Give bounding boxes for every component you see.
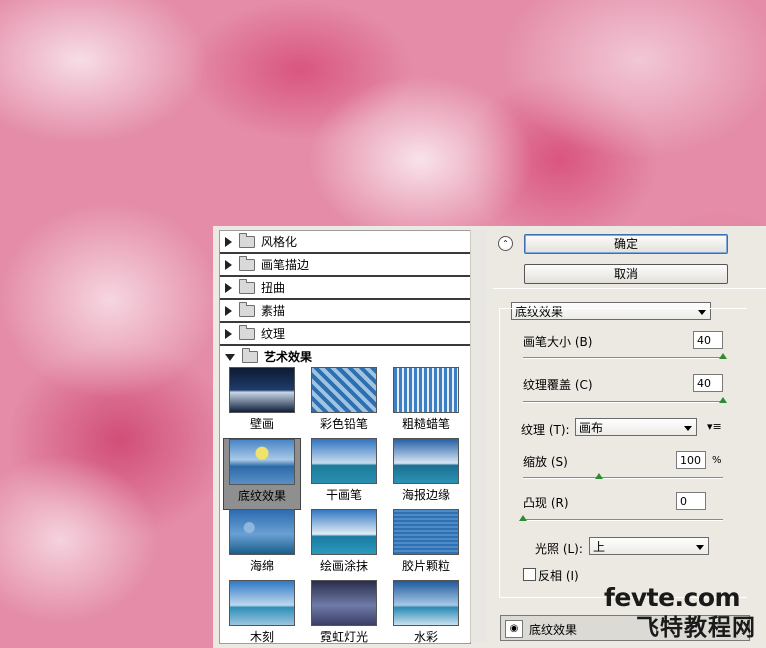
texture-menu-icon[interactable]: ▾≡ — [707, 420, 722, 433]
thumbnail-image — [311, 580, 377, 626]
texture-label: 纹理 (T): — [521, 423, 570, 437]
relief-label: 凸现 (R) — [523, 496, 569, 510]
brush-size-input[interactable]: 40 — [693, 331, 723, 349]
texture-coverage-input[interactable]: 40 — [693, 374, 723, 392]
thumbnail-image — [229, 367, 295, 413]
invert-label: 反相 (I) — [538, 569, 579, 583]
category-stylize[interactable]: 风格化 — [220, 231, 470, 254]
brush-size-slider-thumb[interactable] — [719, 353, 727, 359]
expand-arrow-icon[interactable] — [225, 259, 232, 270]
light-label: 光照 (L): — [535, 542, 583, 556]
category-label: 艺术效果 — [264, 350, 313, 364]
relief-input[interactable]: 0 — [676, 492, 706, 510]
texture-coverage-slider-thumb[interactable] — [719, 397, 727, 403]
divider — [493, 288, 766, 289]
eye-icon[interactable]: ◉ — [505, 620, 523, 638]
folder-icon — [239, 301, 255, 317]
cancel-button[interactable]: 取消 — [524, 264, 728, 284]
filter-list-scrollbar[interactable] — [470, 230, 487, 642]
thumbnail-image — [229, 509, 295, 555]
folder-icon — [239, 324, 255, 340]
expand-arrow-icon[interactable] — [225, 328, 232, 339]
expand-arrow-icon[interactable] — [225, 305, 232, 316]
filter-label: 海绵 — [249, 559, 274, 573]
filter-thumb-watercolor[interactable]: 水彩 — [388, 580, 464, 644]
filter-thumb-sponge[interactable]: 海绵 — [224, 509, 300, 579]
folder-icon — [239, 232, 255, 248]
filter-thumb-cutout[interactable]: 木刻 — [224, 580, 300, 644]
texture-select-value: 画布 — [579, 421, 604, 435]
dropdown-arrow-icon — [684, 426, 692, 431]
filter-label: 粗糙蜡笔 — [401, 417, 450, 431]
relief-slider-thumb[interactable] — [519, 515, 527, 521]
filter-thumb-film-grain[interactable]: 胶片颗粒 — [388, 509, 464, 579]
category-artistic[interactable]: 艺术效果 — [220, 346, 470, 367]
invert-checkbox[interactable] — [523, 568, 536, 581]
filter-label: 彩色铅笔 — [319, 417, 368, 431]
filter-list: 风格化 画笔描边 扭曲 素描 纹理 艺术效果 壁画 彩色铅笔 粗糙蜡笔 底纹效果… — [219, 230, 471, 644]
filter-label: 绘画涂抹 — [319, 559, 368, 573]
watermark-site-name: 飞特教程网 — [636, 615, 756, 641]
thumbnail-image — [311, 509, 377, 555]
collapse-arrow-icon[interactable] — [225, 354, 235, 361]
scaling-slider-thumb[interactable] — [595, 473, 603, 479]
thumbnail-image — [393, 367, 459, 413]
category-label: 扭曲 — [261, 281, 286, 295]
light-select[interactable]: 上 — [589, 537, 709, 555]
scaling-slider[interactable] — [523, 477, 723, 479]
filter-label: 干画笔 — [325, 488, 362, 502]
brush-size-label: 画笔大小 (B) — [523, 335, 593, 349]
category-label: 纹理 — [261, 327, 286, 341]
category-distort[interactable]: 扭曲 — [220, 277, 470, 300]
category-sketch[interactable]: 素描 — [220, 300, 470, 323]
scaling-label: 缩放 (S) — [523, 455, 568, 469]
filter-label: 水彩 — [413, 630, 438, 644]
dropdown-arrow-icon — [696, 545, 704, 550]
scaling-input[interactable]: 100 — [676, 451, 706, 469]
category-label: 画笔描边 — [261, 258, 310, 272]
expand-arrow-icon[interactable] — [225, 282, 232, 293]
thumbnail-image — [393, 438, 459, 484]
thumbnail-image — [393, 580, 459, 626]
folder-icon — [239, 278, 255, 294]
folder-icon — [239, 255, 255, 271]
category-brush-strokes[interactable]: 画笔描边 — [220, 254, 470, 277]
texture-select[interactable]: 画布 — [575, 418, 697, 436]
effect-layer-label: 底纹效果 — [529, 623, 578, 637]
filter-thumb-neon-glow[interactable]: 霓虹灯光 — [306, 580, 382, 644]
filter-label: 木刻 — [249, 630, 274, 644]
filter-thumb-paint-daubs[interactable]: 绘画涂抹 — [306, 509, 382, 579]
thumbnail-image — [311, 438, 377, 484]
collapse-chevrons-icon[interactable]: ⌃ — [498, 236, 513, 251]
filter-label: 海报边缘 — [401, 488, 450, 502]
relief-slider[interactable] — [523, 519, 723, 521]
category-texture[interactable]: 纹理 — [220, 323, 470, 346]
light-select-value: 上 — [593, 540, 606, 554]
thumbnail-image — [229, 439, 295, 485]
filter-thumb-dry-brush[interactable]: 干画笔 — [306, 438, 382, 508]
expand-arrow-icon[interactable] — [225, 236, 232, 247]
thumbnail-image — [393, 509, 459, 555]
filter-thumb-fresco[interactable]: 壁画 — [224, 367, 300, 437]
filter-label: 壁画 — [249, 417, 274, 431]
texture-coverage-slider[interactable] — [523, 401, 723, 403]
folder-open-icon — [242, 347, 258, 363]
texture-coverage-label: 纹理覆盖 (C) — [523, 378, 593, 392]
thumbnail-image — [311, 367, 377, 413]
brush-size-slider[interactable] — [523, 357, 723, 359]
filter-thumb-rough-pastels[interactable]: 粗糙蜡笔 — [388, 367, 464, 437]
filter-label: 胶片颗粒 — [401, 559, 450, 573]
category-label: 风格化 — [261, 235, 298, 249]
ok-button[interactable]: 确定 — [524, 234, 728, 254]
filter-label: 底纹效果 — [237, 489, 286, 503]
filter-thumb-underpainting[interactable]: 底纹效果 — [223, 438, 301, 510]
thumbnail-image — [229, 580, 295, 626]
scaling-unit: % — [712, 455, 722, 466]
filter-thumb-colored-pencil[interactable]: 彩色铅笔 — [306, 367, 382, 437]
category-label: 素描 — [261, 304, 286, 318]
filter-label: 霓虹灯光 — [319, 630, 368, 644]
filter-thumb-poster-edges[interactable]: 海报边缘 — [388, 438, 464, 508]
